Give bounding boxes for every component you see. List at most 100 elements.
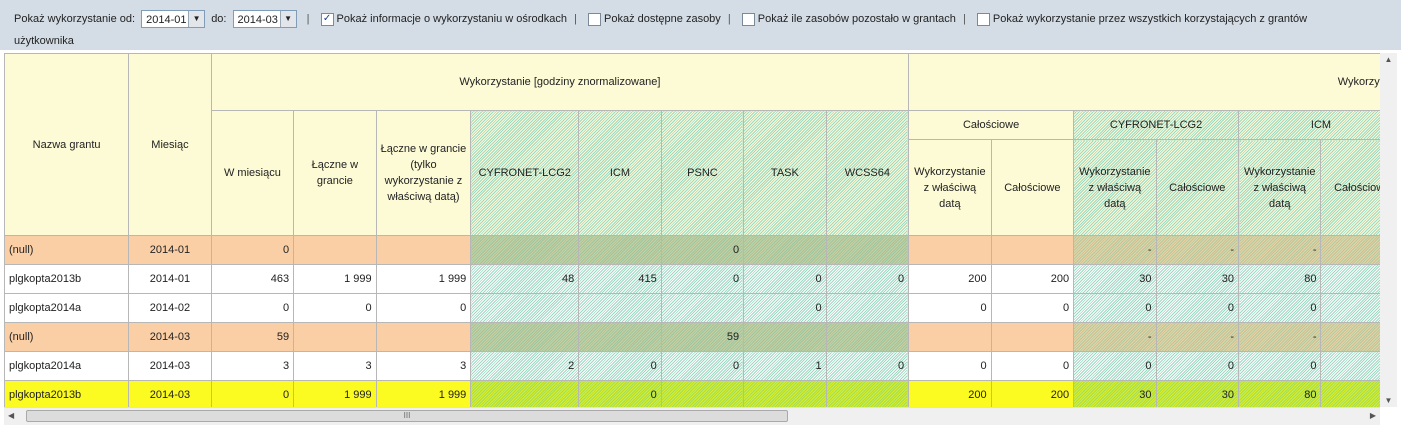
cell-icm (578, 322, 662, 352)
cell-own-date (908, 322, 992, 352)
show-all-users-label-cont[interactable]: użytkownika (14, 32, 74, 50)
chevron-down-icon[interactable]: ▼ (188, 11, 205, 28)
col-in-month[interactable]: W miesiącu (210, 110, 295, 236)
cell-wcss64 (825, 322, 910, 352)
cell-icm-all: - (1320, 235, 1380, 265)
cell-cyfronet: 2 (470, 351, 580, 381)
cell-total-own (375, 322, 472, 352)
scrollbar-thumb[interactable]: III (26, 410, 788, 422)
cell-task (743, 235, 827, 265)
cell-psnc (660, 293, 745, 323)
col-icm-overall[interactable]: Całościowe (1320, 139, 1380, 236)
cell-icm: 0 (578, 380, 662, 407)
col-wcss64[interactable]: WCSS64 (825, 110, 910, 236)
cell-in-month: 0 (210, 293, 295, 323)
col-cyfronet-own-date[interactable]: Wykorzystanie z właściwą datą (1073, 139, 1157, 236)
cell-month: 2014-01 (128, 235, 212, 265)
cell-cyfronet: 48 (470, 264, 580, 294)
col-cyfronet-overall[interactable]: Całościowe (1155, 139, 1240, 236)
cell-total-own: 0 (375, 293, 472, 323)
col-overall[interactable]: Całościowe (990, 139, 1075, 236)
from-label: Pokaż wykorzystanie od: (14, 13, 136, 26)
cell-grant-name: plgkopta2014a (4, 351, 130, 381)
cell-overall: 0 (990, 293, 1075, 323)
cell-overall (990, 322, 1075, 352)
show-centers-label[interactable]: Pokaż informacje o wykorzystaniu w ośrod… (337, 10, 567, 28)
table-row[interactable]: plgkopta2014a 2014-03 3 3 3 2 0 0 1 0 0 … (4, 351, 1380, 381)
cell-cyfronet-own: 30 (1073, 380, 1157, 407)
cell-overall: 200 (990, 380, 1075, 407)
cell-in-month: 463 (210, 264, 295, 294)
cell-in-month: 59 (210, 322, 295, 352)
cell-grant-name: plgkopta2013b (4, 380, 130, 407)
scroll-left-icon[interactable]: ◀ (8, 411, 14, 420)
cell-cyfronet-all: 0 (1155, 293, 1240, 323)
cell-cyfronet (470, 322, 580, 352)
show-remaining-checkbox[interactable] (741, 12, 755, 26)
cell-grant-name: plgkopta2013b (4, 264, 130, 294)
usage-group-header-right: Wykorzystani (908, 53, 1380, 111)
col-total-in-grant-own[interactable]: Łączne w grancie (tylko wykorzystanie z … (375, 110, 472, 236)
header-row-1: Nazwa grantu Miesiąc Wykorzystanie [godz… (4, 53, 1380, 236)
col-own-date[interactable]: Wykorzystanie z właściwą datą (908, 139, 992, 236)
cell-cyfronet-all: 30 (1155, 264, 1240, 294)
scroll-up-icon[interactable]: ▲ (1380, 55, 1397, 64)
table-row[interactable]: (null) 2014-03 59 59 - - - - (4, 322, 1380, 352)
scroll-down-icon[interactable]: ▼ (1380, 396, 1397, 405)
cell-wcss64: 0 (825, 264, 910, 294)
cell-in-month: 0 (210, 380, 295, 407)
chevron-down-icon[interactable]: ▼ (279, 11, 296, 28)
col-psnc[interactable]: PSNC (660, 110, 745, 236)
show-available-checkbox[interactable] (588, 12, 601, 26)
table-row[interactable]: plgkopta2014a 2014-02 0 0 0 0 0 0 0 0 0 … (4, 293, 1380, 323)
cell-cyfronet (470, 293, 580, 323)
scroll-right-icon[interactable]: ▶ (1370, 411, 1376, 420)
horizontal-scrollbar[interactable]: ◀ III ▶ (4, 407, 1380, 425)
cell-icm-all: 80 (1320, 264, 1380, 294)
cell-grant-name: plgkopta2014a (4, 293, 130, 323)
show-centers-checkbox[interactable]: ✓ (320, 12, 334, 26)
show-remaining-label[interactable]: Pokaż ile zasobów pozostało w grantach (758, 10, 956, 28)
col-month[interactable]: Miesiąc (128, 53, 212, 236)
table-row[interactable]: plgkopta2013b 2014-01 463 1 999 1 999 48… (4, 264, 1380, 294)
cell-task: 0 (743, 264, 827, 294)
col-icm[interactable]: ICM (578, 110, 662, 236)
cell-total (293, 322, 377, 352)
col-icm-own-date[interactable]: Wykorzystanie z właściwą datą (1238, 139, 1322, 236)
separator: | (962, 13, 966, 25)
cell-icm (578, 235, 662, 265)
table-row[interactable]: (null) 2014-01 0 0 - - - - (4, 235, 1380, 265)
cell-task (743, 380, 827, 407)
to-label: do: (211, 13, 227, 26)
cell-total: 1 999 (293, 264, 377, 294)
cell-in-month: 0 (210, 235, 295, 265)
cell-icm-own: - (1238, 235, 1322, 265)
cell-icm-all: - (1320, 322, 1380, 352)
cell-overall (990, 235, 1075, 265)
from-month-select[interactable]: 2014-01 ▼ (141, 10, 206, 29)
cell-psnc: 0 (660, 351, 745, 381)
cell-month: 2014-01 (128, 264, 212, 294)
show-all-users-checkbox[interactable] (976, 12, 990, 26)
table-row-selected[interactable]: plgkopta2013b 2014-03 0 1 999 1 999 0 20… (4, 380, 1380, 407)
cell-cyfronet-own: - (1073, 235, 1157, 265)
cell-total-own: 3 (375, 351, 472, 381)
col-grant-name[interactable]: Nazwa grantu (4, 53, 130, 236)
cell-grant-name: (null) (4, 322, 130, 352)
cell-month: 2014-03 (128, 322, 212, 352)
filter-toolbar: Pokaż wykorzystanie od: 2014-01 ▼ do: 20… (0, 0, 1401, 50)
separator: | (574, 13, 577, 25)
cell-total-own (375, 235, 472, 265)
show-available-label[interactable]: Pokaż dostępne zasoby (604, 10, 721, 28)
cell-cyfronet-all: - (1155, 322, 1240, 352)
cell-task: 1 (743, 351, 827, 381)
cell-total: 1 999 (293, 380, 377, 407)
cell-icm: 0 (578, 351, 662, 381)
show-all-users-label[interactable]: Pokaż wykorzystanie przez wszystkich kor… (993, 10, 1307, 28)
col-task[interactable]: TASK (743, 110, 827, 236)
col-cyfronet[interactable]: CYFRONET-LCG2 (470, 110, 580, 236)
cell-icm (578, 293, 662, 323)
col-total-in-grant[interactable]: Łączne w grancie (293, 110, 377, 236)
vertical-scrollbar[interactable]: ▲ ▼ (1380, 53, 1397, 407)
to-month-select[interactable]: 2014-03 ▼ (232, 10, 297, 29)
